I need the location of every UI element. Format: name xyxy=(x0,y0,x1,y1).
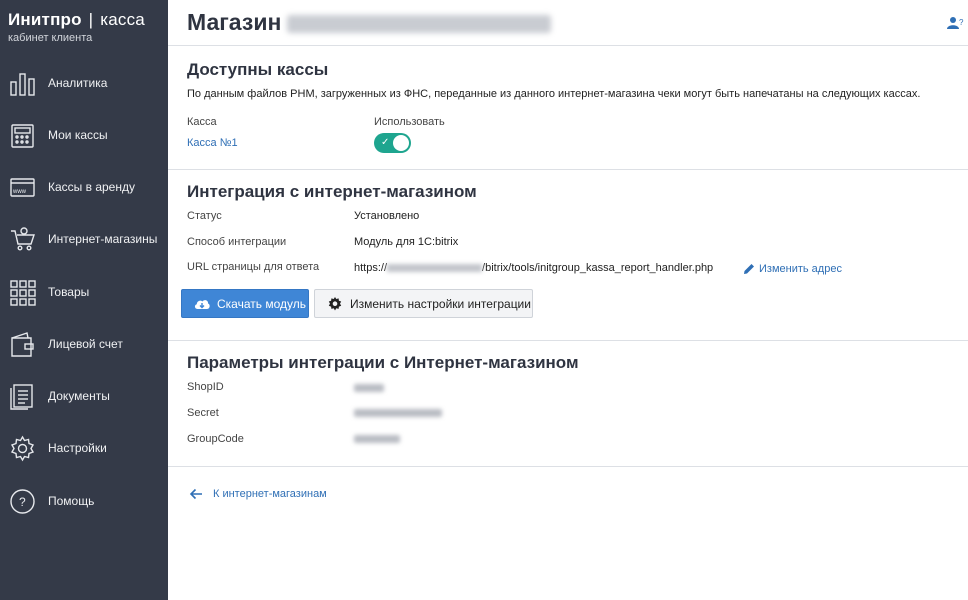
page-title-text: Магазин xyxy=(187,9,282,35)
sidebar-item-label: Мои кассы xyxy=(48,128,108,142)
sidebar-item-label: Товары xyxy=(48,285,90,299)
sidebar-item-account[interactable]: Лицевой счет xyxy=(0,318,168,370)
change-integration-settings-label: Изменить настройки интеграции xyxy=(350,296,531,311)
change-address-link[interactable]: Изменить адрес xyxy=(742,262,842,276)
download-module-button[interactable]: Скачать модуль xyxy=(181,289,309,318)
gear-icon xyxy=(9,435,36,462)
sidebar-item-documents[interactable]: Документы xyxy=(0,370,168,422)
sidebar-item-help[interactable]: ? Помощь xyxy=(0,475,168,527)
gear-icon xyxy=(327,296,343,312)
secret-label: Secret xyxy=(187,407,219,419)
sidebar-item-my-registers[interactable]: Мои кассы xyxy=(0,109,168,161)
registers-description: По данным файлов РНМ, загруженных из ФНС… xyxy=(187,88,921,100)
back-to-stores-label: К интернет-магазинам xyxy=(213,488,327,500)
integration-title: Интеграция с интернет-магазином xyxy=(187,182,477,201)
svg-text:?: ? xyxy=(19,495,26,509)
register-column-header: Касса xyxy=(187,116,217,128)
grid-icon xyxy=(9,279,36,306)
svg-text:www: www xyxy=(12,189,27,195)
help-circle-icon: ? xyxy=(9,488,36,515)
sidebar-item-label: Помощь xyxy=(48,494,95,508)
arrow-left-icon xyxy=(189,487,203,501)
sidebar-item-label: Документы xyxy=(48,389,110,403)
page-title: Магазин xyxy=(187,9,552,36)
sidebar-item-products[interactable]: Товары xyxy=(0,266,168,318)
main-content: Магазин ? Доступны кассы По данным файло… xyxy=(168,0,968,600)
url-domain-redacted xyxy=(387,264,483,273)
bar-chart-icon xyxy=(9,70,36,97)
change-address-label: Изменить адрес xyxy=(759,263,842,275)
page-header: Магазин ? xyxy=(168,0,968,46)
download-module-label: Скачать модуль xyxy=(217,296,306,311)
back-to-stores-link[interactable]: К интернет-магазинам xyxy=(189,487,327,501)
shopid-value-redacted xyxy=(354,384,384,392)
store-name-redacted xyxy=(287,14,552,33)
status-value: Установлено xyxy=(354,210,420,222)
sidebar-item-label: Интернет-магазины xyxy=(48,232,158,246)
response-url-value: https:// /bitrix/tools/initgroup_kassa_re… xyxy=(354,262,713,274)
integration-method-value: Модуль для 1С:bitrix xyxy=(354,236,459,248)
url-prefix: https:// xyxy=(354,262,388,274)
sidebar-item-label: Настройки xyxy=(48,441,107,455)
registers-title: Доступны кассы xyxy=(187,60,329,79)
user-help-icon[interactable]: ? xyxy=(946,14,964,32)
sidebar-item-analytics[interactable]: Аналитика xyxy=(0,57,168,109)
shopping-cart-icon xyxy=(9,226,36,253)
register-link[interactable]: Касса №1 xyxy=(187,137,238,149)
toggle-knob xyxy=(393,135,409,151)
brand-name: Инитпро xyxy=(8,10,82,29)
use-register-toggle[interactable]: ✓ xyxy=(374,133,411,153)
sidebar-item-label: Лицевой счет xyxy=(48,337,123,351)
sidebar-item-settings[interactable]: Настройки xyxy=(0,422,168,474)
change-integration-settings-button[interactable]: Изменить настройки интеграции xyxy=(314,289,533,318)
brand-product: касса xyxy=(100,10,145,29)
sidebar: Инитпро | касса кабинет клиента Аналитик… xyxy=(0,0,168,600)
integration-method-label: Способ интеграции xyxy=(187,236,287,248)
svg-text:?: ? xyxy=(959,18,964,27)
cash-register-icon xyxy=(9,122,36,149)
response-url-label: URL страницы для ответа xyxy=(187,261,320,273)
secret-value-redacted xyxy=(354,409,442,417)
brand-separator: | xyxy=(88,10,94,29)
sidebar-item-label: Кассы в аренду xyxy=(48,180,135,194)
shopid-label: ShopID xyxy=(187,381,224,393)
check-icon: ✓ xyxy=(381,137,390,148)
cloud-download-icon xyxy=(193,296,211,312)
brand-logo[interactable]: Инитпро | касса кабинет клиента xyxy=(0,0,168,60)
divider xyxy=(168,466,968,467)
sidebar-item-online-stores[interactable]: Интернет-магазины xyxy=(0,213,168,265)
params-title: Параметры интеграции с Интернет-магазино… xyxy=(187,353,579,372)
sidebar-item-label: Аналитика xyxy=(48,76,108,90)
groupcode-value-redacted xyxy=(354,435,400,443)
documents-icon xyxy=(9,383,36,410)
divider xyxy=(168,169,968,170)
use-column-header: Использовать xyxy=(374,116,445,128)
sidebar-item-rental-registers[interactable]: www Кассы в аренду xyxy=(0,161,168,213)
divider xyxy=(168,340,968,341)
groupcode-label: GroupCode xyxy=(187,433,244,445)
pencil-icon xyxy=(742,262,756,276)
www-icon: www xyxy=(9,174,36,201)
status-label: Статус xyxy=(187,210,222,222)
url-path: /bitrix/tools/initgroup_kassa_report_han… xyxy=(482,262,714,274)
brand-subtitle: кабинет клиента xyxy=(8,32,93,44)
wallet-icon xyxy=(9,331,36,358)
